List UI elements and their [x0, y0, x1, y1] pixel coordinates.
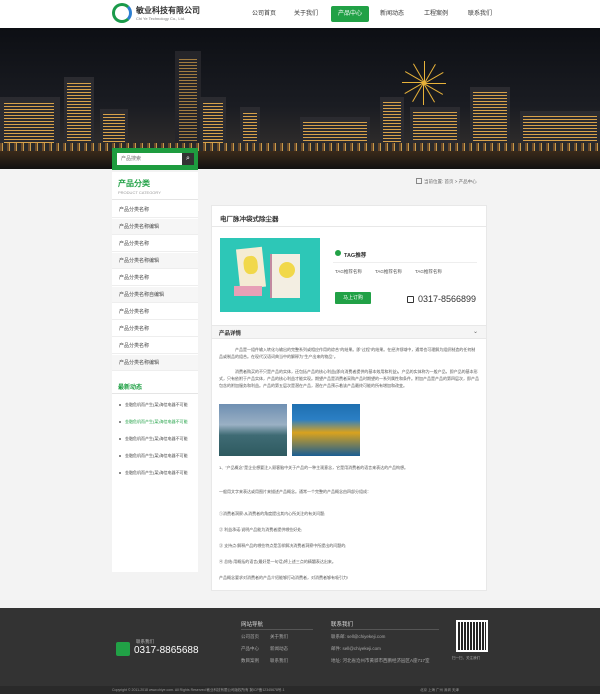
tag-label: TAG推荐 [344, 253, 367, 259]
footer-cities: 北京 上海 广州 深圳 天津 [420, 688, 459, 692]
product-photo [219, 404, 287, 456]
logo-en: Chi Ye Technology Co., Ltd. [136, 16, 186, 21]
copyright: Copyright © 2011-2018 www.chiye.com. All… [112, 688, 285, 692]
footer-contact-title: 联系我们 [331, 622, 354, 628]
search-icon[interactable]: ⌕ [182, 153, 194, 165]
product-image [220, 238, 320, 312]
breadcrumb: 当前位置: 首页 > 产品中心 [424, 179, 477, 184]
nav-home[interactable]: 公司首页 [245, 6, 283, 22]
tag-icon [335, 250, 341, 256]
category-item[interactable]: 产品分类名称自编辑 [112, 287, 198, 303]
footer-link[interactable]: 关于我们 [270, 634, 288, 640]
category-header: 产品分类 PRODUCT CATEGORY [112, 172, 198, 200]
category-item[interactable]: 产品分类名称 [112, 236, 198, 252]
footer-contact-row: 联系邮: sell@chiyekeji.com [331, 634, 386, 639]
footer-nav-title: 网站导航 [241, 622, 264, 628]
site-header: 敏业科技有限公司 Chi Ye Technology Co., Ltd. 公司首… [0, 0, 600, 28]
news-item[interactable]: 金融危机而产生(某)海信电器不可能 [112, 432, 198, 446]
category-item[interactable]: 产品分类名称 [112, 338, 198, 354]
product-panel: 电厂脉冲袋式除尘器 TAG推荐 TAG推荐名称 TAG推荐名称 TAG推荐名称 … [211, 205, 487, 591]
chevron-down-icon[interactable]: ⌄ [473, 328, 478, 335]
logo-name: 敏业科技有限公司 [136, 6, 200, 15]
nav-products[interactable]: 产品中心 [331, 6, 369, 22]
news-item[interactable]: 金融危机而产生(某)海信电器不可能 [112, 466, 198, 480]
detail-text: 产品概念要求对消费者的产品介绍能够打动消费者，对消费者够有吸引力! [219, 575, 349, 580]
news-item[interactable]: 金融危机而产生(某)海信电器不可能 [112, 415, 198, 429]
logo-icon [112, 3, 132, 23]
detail-text: ①消费者洞察:从消费者的角度提出其内心所关注的有关问题; [219, 511, 326, 516]
qr-caption: 扫一扫，关注我们 [452, 656, 480, 660]
tag-link[interactable]: TAG推荐名称 [415, 269, 442, 275]
detail-text: ② 利益承诺:说明产品能为消费者提供哪些好处; [219, 527, 303, 532]
logo[interactable]: 敏业科技有限公司 Chi Ye Technology Co., Ltd. [112, 3, 212, 25]
footer-link[interactable]: 新闻动态 [270, 646, 288, 652]
detail-text: 一般用文字来表达或用图片来描述产品概念。通常一个完整的产品概念由四部分组成： [219, 489, 371, 494]
footer-link[interactable]: 联系我们 [270, 658, 288, 664]
news-item[interactable]: 金融危机而产生(某)海信电器不可能 [112, 449, 198, 463]
footer-link[interactable]: 产品中心 [241, 646, 259, 652]
footer-phone: 0317-8865688 [134, 645, 199, 656]
nav-about[interactable]: 关于我们 [287, 6, 325, 22]
detail-title: 产品详情 [219, 331, 242, 337]
detail-text: 1、"产品概念"是企业想要注入顾客脑中关于产品的一种主观意念，它是用消费者的语言… [219, 465, 409, 470]
footer-link[interactable]: 公司首页 [241, 634, 259, 640]
search-box: ⌕ [112, 148, 198, 170]
tag-link[interactable]: TAG推荐名称 [335, 269, 362, 275]
nav-cases[interactable]: 工程案例 [417, 6, 455, 22]
detail-text: ③ 支持点:解释产品的哪些特点是怎样解决消费者洞察中所提出的问题的; [219, 543, 347, 548]
order-button[interactable]: 马上订购 [335, 292, 371, 304]
category-item[interactable]: 产品分类名称编辑 [112, 253, 198, 269]
product-phone: 0317-8566899 [418, 294, 477, 304]
detail-text: ④ 总结:用概括的语言(最好是一句话)将上述三点的精髓表达出来。 [219, 559, 336, 564]
copyright-bar: Copyright © 2011-2018 www.chiye.com. All… [0, 686, 600, 694]
news-header: 最新动态 [112, 378, 198, 394]
qr-code [456, 620, 488, 652]
footer-contact-row: 地址: 河北省沧州市黄骅市西鹏经济园区A座717室 [331, 658, 430, 663]
category-title: 产品分类 [118, 179, 150, 188]
fireworks-icon [395, 61, 455, 105]
nav-news[interactable]: 新闻动态 [373, 6, 411, 22]
category-item[interactable]: 产品分类名称 [112, 321, 198, 337]
detail-paragraph: 产品是一组件输入转化与输出的完整系列或相应作用的综合"的结果。即"过程"的结果。… [219, 347, 476, 359]
sidebar: 产品分类 PRODUCT CATEGORY 产品分类名称 产品分类名称编辑 产品… [112, 172, 198, 572]
category-item[interactable]: 产品分类名称 [112, 304, 198, 320]
product-title: 电厂脉冲袋式除尘器 [220, 216, 279, 223]
category-item[interactable]: 产品分类名称编辑 [112, 355, 198, 371]
footer-contact-row: 邮件: sell@chiyekeji.com [331, 646, 381, 651]
category-item[interactable]: 产品分类名称编辑 [112, 219, 198, 235]
product-photo [292, 404, 360, 456]
detail-header: 产品详情 ⌄ [212, 325, 486, 339]
footer-link[interactable]: 数目案例 [241, 658, 259, 664]
tag-link[interactable]: TAG推荐名称 [375, 269, 402, 275]
category-subtitle: PRODUCT CATEGORY [118, 190, 161, 195]
home-icon [416, 178, 422, 184]
news-item[interactable]: 金融危机而产生(某)海信电器不可能 [112, 398, 198, 412]
category-item[interactable]: 产品分类名称 [112, 202, 198, 218]
nav-contact[interactable]: 联系我们 [461, 6, 499, 22]
detail-paragraph: 消费者购买的不只是产品的实体，还包括产品的核心利益(即向消费者提供的基本效用和利… [219, 369, 479, 388]
category-item[interactable]: 产品分类名称 [112, 270, 198, 286]
phone-icon [407, 296, 414, 303]
hero-banner [0, 28, 600, 169]
search-input[interactable] [117, 153, 182, 165]
site-footer: 联系我们 0317-8865688 网站导航 公司首页 关于我们 产品中心 新闻… [0, 608, 600, 686]
phone-icon [116, 642, 130, 656]
news-title: 最新动态 [118, 385, 143, 391]
